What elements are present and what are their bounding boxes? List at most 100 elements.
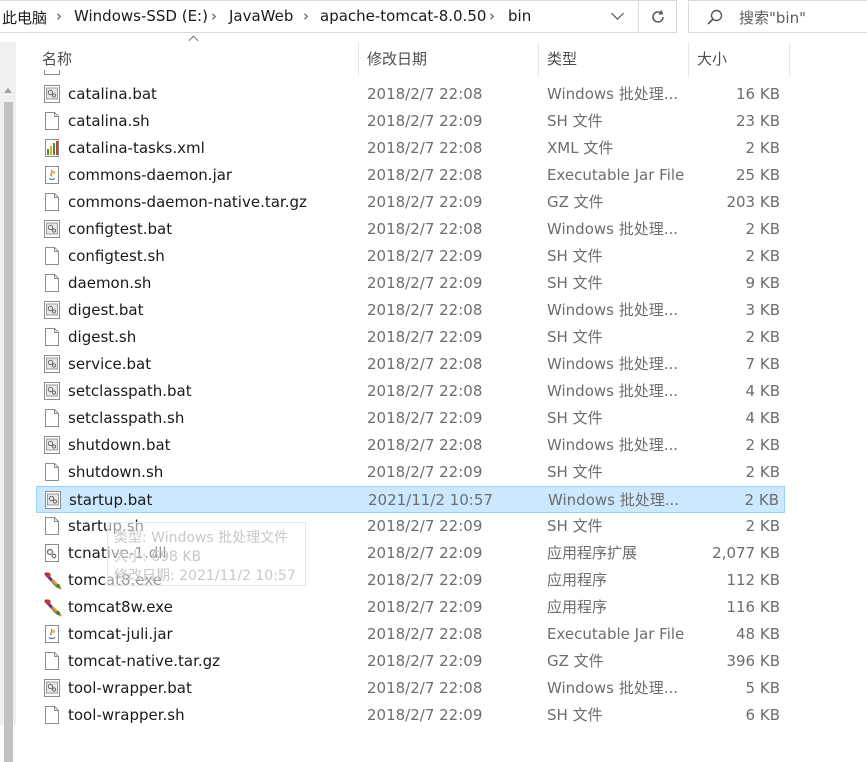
refresh-icon xyxy=(652,10,664,23)
file-type: SH 文件 xyxy=(547,463,603,481)
file-modified-date: 2018/2/7 22:09 xyxy=(367,409,483,427)
file-size: 48 KB xyxy=(736,625,780,643)
batch-file-icon xyxy=(44,355,60,374)
file-size: 4 KB xyxy=(745,409,780,427)
file-type: Windows 批处理... xyxy=(547,436,679,454)
file-type: Windows 批处理... xyxy=(547,355,679,373)
file-type: GZ 文件 xyxy=(547,652,604,670)
file-modified-date: 2018/2/7 22:09 xyxy=(367,247,483,265)
file-row[interactable]: tool-wrapper.bat 2018/2/7 22:08 Windows 批处… xyxy=(36,675,785,702)
file-row[interactable]: tomcat8w.exe 2018/2/7 22:09 应用程序 116 KB xyxy=(36,594,785,621)
breadcrumb-separator[interactable]: › xyxy=(56,7,62,25)
search-placeholder[interactable]: 搜索"bin" xyxy=(739,7,806,28)
file-size: 7 KB xyxy=(745,355,780,373)
file-size: 2 KB xyxy=(745,517,780,535)
xml-file-icon xyxy=(44,139,60,158)
file-modified-date: 2018/2/7 22:08 xyxy=(367,220,483,238)
file-row[interactable]: setclasspath.bat 2018/2/7 22:08 Windows 批处… xyxy=(36,378,785,405)
file-row[interactable]: digest.bat 2018/2/7 22:08 Windows 批处理... 3 … xyxy=(36,297,785,324)
file-row[interactable]: shutdown.bat 2018/2/7 22:08 Windows 批处理...… xyxy=(36,432,785,459)
file-row[interactable]: catalina.sh 2018/2/7 22:09 SH 文件 23 KB xyxy=(36,108,785,135)
scrollbar[interactable] xyxy=(0,42,16,762)
file-row[interactable]: tomcat-juli.jar 2018/2/7 22:08 Executable … xyxy=(36,621,785,648)
file-size: 4 KB xyxy=(745,382,780,400)
file-row[interactable]: setclasspath.sh 2018/2/7 22:09 SH 文件 4 KB xyxy=(36,405,785,432)
file-row[interactable]: service.bat 2018/2/7 22:08 Windows 批处理... 7… xyxy=(36,351,785,378)
file-row[interactable]: digest.sh 2018/2/7 22:09 SH 文件 2 KB xyxy=(36,324,785,351)
file-name: catalina.bat xyxy=(68,85,157,103)
file-name: tomcat-native.tar.gz xyxy=(68,652,221,670)
file-row[interactable]: startup.bat 2021/11/2 10:57 Windows 批处理...… xyxy=(36,486,785,513)
batch-file-icon xyxy=(45,491,61,510)
scrollbar-thumb[interactable] xyxy=(4,102,13,762)
file-name: digest.bat xyxy=(68,301,144,319)
document-file-icon xyxy=(44,409,60,428)
file-size: 25 KB xyxy=(736,166,780,184)
file-type: Windows 批处理... xyxy=(548,491,680,509)
file-size: 112 KB xyxy=(726,571,780,589)
search-box[interactable]: 搜索"bin" xyxy=(688,0,867,33)
document-file-icon xyxy=(44,112,60,131)
file-row[interactable]: configtest.sh 2018/2/7 22:09 SH 文件 2 KB xyxy=(36,243,785,270)
file-modified-date: 2018/2/7 22:09 xyxy=(367,598,483,616)
breadcrumb-javaweb[interactable]: JavaWeb xyxy=(229,7,293,25)
breadcrumb-separator[interactable]: › xyxy=(489,7,495,25)
breadcrumb-tomcat[interactable]: apache-tomcat-8.0.50 xyxy=(320,7,486,25)
file-name: tomcat8w.exe xyxy=(68,598,173,616)
file-size: 203 KB xyxy=(726,193,780,211)
breadcrumb-separator[interactable]: › xyxy=(211,7,217,25)
file-name: configtest.sh xyxy=(68,247,165,265)
breadcrumb-bin[interactable]: bin xyxy=(508,7,531,25)
file-size: 2 KB xyxy=(745,220,780,238)
file-row[interactable]: configtest.bat 2018/2/7 22:08 Windows 批处理.… xyxy=(36,216,785,243)
file-type: Executable Jar File xyxy=(547,625,685,643)
breadcrumb-this-pc[interactable]: 此电脑 xyxy=(2,7,47,28)
file-size: 9 KB xyxy=(745,274,780,292)
scroll-up-arrow-icon[interactable] xyxy=(4,88,12,93)
file-row[interactable]: daemon.sh 2018/2/7 22:09 SH 文件 9 KB xyxy=(36,270,785,297)
file-name: tool-wrapper.bat xyxy=(68,679,192,697)
file-type: Windows 批处理... xyxy=(547,679,679,697)
batch-file-icon xyxy=(44,220,60,239)
file-modified-date: 2018/2/7 22:08 xyxy=(367,166,483,184)
document-file-icon xyxy=(44,247,60,266)
file-name: catalina-tasks.xml xyxy=(68,139,205,157)
file-size: 23 KB xyxy=(736,112,780,130)
file-type: 应用程序扩展 xyxy=(547,544,638,562)
file-type: Windows 批处理... xyxy=(547,382,679,400)
file-row[interactable]: catalina-tasks.xml 2018/2/7 22:08 XML 文件 2 … xyxy=(36,135,785,162)
tomcat-exe-icon xyxy=(44,571,62,590)
file-row[interactable]: commons-daemon-native.tar.gz 2018/2/7 22:… xyxy=(36,189,785,216)
file-name: configtest.bat xyxy=(68,220,173,238)
file-type: 应用程序 xyxy=(547,598,608,616)
file-name: setclasspath.sh xyxy=(68,409,185,427)
file-row[interactable]: catalina.bat 2018/2/7 22:08 Windows 批处理...… xyxy=(36,81,785,108)
file-modified-date: 2018/2/7 22:09 xyxy=(367,571,483,589)
file-type: XML 文件 xyxy=(547,139,614,157)
document-file-icon xyxy=(44,463,60,482)
file-size: 2 KB xyxy=(745,247,780,265)
file-type: Executable Jar File xyxy=(547,166,685,184)
file-modified-date: 2018/2/7 22:09 xyxy=(367,463,483,481)
dll-file-icon xyxy=(44,544,60,563)
file-name: service.bat xyxy=(68,355,152,373)
file-modified-date: 2018/2/7 22:08 xyxy=(367,139,483,157)
file-type: SH 文件 xyxy=(547,409,603,427)
refresh-button[interactable] xyxy=(638,1,676,32)
document-file-icon xyxy=(44,328,60,347)
file-name: shutdown.bat xyxy=(68,436,171,454)
file-type: Windows 批处理... xyxy=(547,301,679,319)
file-size: 2 KB xyxy=(745,463,780,481)
batch-file-icon xyxy=(44,85,60,104)
file-size: 5 KB xyxy=(745,679,780,697)
java-jar-icon xyxy=(44,166,60,185)
file-row[interactable]: shutdown.sh 2018/2/7 22:09 SH 文件 2 KB xyxy=(36,459,785,486)
breadcrumb-drive[interactable]: Windows-SSD (E:) xyxy=(74,7,208,25)
address-history-dropdown-button[interactable] xyxy=(600,1,638,32)
address-bar[interactable]: 此电脑 › Windows-SSD (E:) › JavaWeb › apach… xyxy=(0,0,677,33)
breadcrumb-separator[interactable]: › xyxy=(303,7,309,25)
document-file-icon xyxy=(44,193,60,212)
file-row[interactable]: commons-daemon.jar 2018/2/7 22:08 Executab… xyxy=(36,162,785,189)
file-row[interactable]: tomcat-native.tar.gz 2018/2/7 22:09 GZ 文件 3… xyxy=(36,648,785,675)
file-name: setclasspath.bat xyxy=(68,382,192,400)
